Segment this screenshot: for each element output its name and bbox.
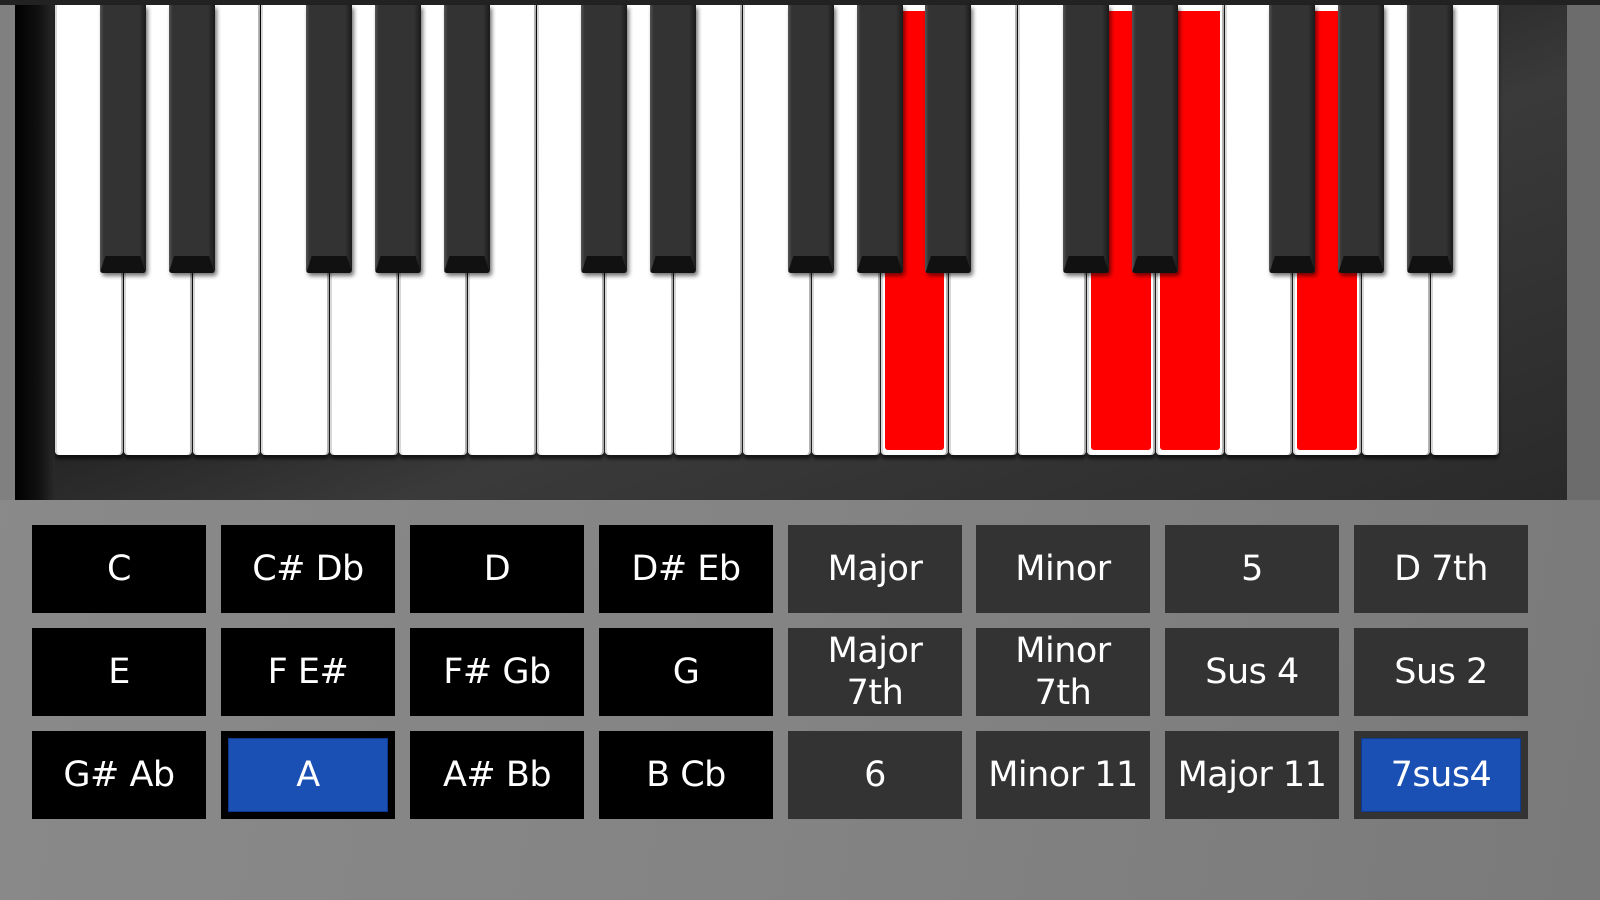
button-label: 6 <box>864 755 886 795</box>
button-label: A <box>296 755 320 795</box>
button-label: Major <box>827 549 923 589</box>
root-note-button-d[interactable]: D <box>410 525 584 613</box>
black-key-g-sharp[interactable] <box>1338 5 1385 273</box>
chord-type-button-6[interactable]: 6 <box>788 731 962 819</box>
black-key-d-sharp[interactable] <box>168 5 215 273</box>
chord-type-button-major-7th[interactable]: Major 7th <box>788 628 962 716</box>
button-label: G <box>672 652 700 692</box>
button-label: F# Gb <box>443 652 551 692</box>
chord-type-button-major[interactable]: Major <box>788 525 962 613</box>
black-key-tip <box>1338 256 1385 273</box>
button-label: 5 <box>1241 549 1263 589</box>
button-label: 7sus4 <box>1390 755 1492 795</box>
button-label: Major 11 <box>1177 755 1327 795</box>
chord-type-button-minor-11[interactable]: Minor 11 <box>976 731 1150 819</box>
root-note-button-c[interactable]: C <box>32 525 206 613</box>
root-note-button-g-sharp-ab[interactable]: G# Ab <box>32 731 206 819</box>
chord-type-button-major-11[interactable]: Major 11 <box>1165 731 1339 819</box>
black-key-f-sharp[interactable] <box>787 5 834 273</box>
root-note-button-g[interactable]: G <box>599 628 773 716</box>
button-label: D# Eb <box>631 549 741 589</box>
chord-type-button-minor-7th[interactable]: Minor 7th <box>976 628 1150 716</box>
root-note-button-c-sharp-db[interactable]: C# Db <box>221 525 395 613</box>
black-key-tip <box>1131 256 1178 273</box>
black-key-c-sharp[interactable] <box>99 5 146 273</box>
button-label: Minor 7th <box>1015 631 1111 713</box>
black-key-tip <box>375 256 421 273</box>
black-key-tip <box>925 256 972 273</box>
root-note-button-f-sharp-gb[interactable]: F# Gb <box>410 628 584 716</box>
black-key-g-sharp[interactable] <box>856 5 903 273</box>
black-key-a-sharp[interactable] <box>1407 5 1453 273</box>
root-note-button-a-sharp-bb[interactable]: A# Bb <box>410 731 584 819</box>
button-label: Sus 2 <box>1394 652 1488 692</box>
button-label: G# Ab <box>63 755 175 795</box>
button-label: C <box>107 549 131 589</box>
button-label: Sus 4 <box>1205 652 1299 692</box>
black-key-tip <box>168 256 215 273</box>
root-note-button-b-cb[interactable]: B Cb <box>599 731 773 819</box>
black-key-tip <box>787 256 834 273</box>
root-note-button-f-e-sharp[interactable]: F E# <box>221 628 395 716</box>
button-label: A# Bb <box>442 755 552 795</box>
black-key-tip <box>99 256 146 273</box>
right-margin <box>1567 5 1600 500</box>
chord-type-button-5[interactable]: 5 <box>1165 525 1339 613</box>
button-label: Minor <box>1015 549 1111 589</box>
button-label: D <box>483 549 511 589</box>
button-label: Minor 11 <box>988 755 1138 795</box>
black-key-d-sharp[interactable] <box>650 5 697 273</box>
root-note-button-d-sharp-eb[interactable]: D# Eb <box>599 525 773 613</box>
black-key-d-sharp[interactable] <box>1131 5 1178 273</box>
chord-type-button-sus-4[interactable]: Sus 4 <box>1165 628 1339 716</box>
button-label: D 7th <box>1394 549 1488 589</box>
black-key-tip <box>1063 256 1109 273</box>
chord-type-button-sus-2[interactable]: Sus 2 <box>1354 628 1528 716</box>
black-key-tip <box>1269 256 1316 273</box>
root-note-button-a[interactable]: A <box>221 731 395 819</box>
button-label: E <box>108 652 130 692</box>
button-label: B Cb <box>646 755 726 795</box>
button-label: C# Db <box>252 549 364 589</box>
button-label: Major 7th <box>827 631 923 713</box>
black-key-tip <box>856 256 903 273</box>
black-key-tip <box>306 256 353 273</box>
black-key-tip <box>1407 256 1453 273</box>
black-key-c-sharp[interactable] <box>1063 5 1109 273</box>
piano-frame-edge <box>15 5 55 500</box>
black-key-c-sharp[interactable] <box>581 5 628 273</box>
button-label: F E# <box>267 652 349 692</box>
root-note-button-e[interactable]: E <box>32 628 206 716</box>
left-margin <box>0 5 15 500</box>
black-key-tip <box>650 256 697 273</box>
black-key-f-sharp[interactable] <box>1269 5 1316 273</box>
black-key-g-sharp[interactable] <box>375 5 421 273</box>
black-key-tip <box>581 256 628 273</box>
black-key-f-sharp[interactable] <box>306 5 353 273</box>
chord-type-button-minor[interactable]: Minor <box>976 525 1150 613</box>
black-key-tip <box>443 256 490 273</box>
piano-keyboard <box>55 5 1531 455</box>
black-key-a-sharp[interactable] <box>443 5 490 273</box>
chord-type-button-d-7th[interactable]: D 7th <box>1354 525 1528 613</box>
black-key-a-sharp[interactable] <box>925 5 972 273</box>
chord-type-button-7sus4[interactable]: 7sus4 <box>1354 731 1528 819</box>
